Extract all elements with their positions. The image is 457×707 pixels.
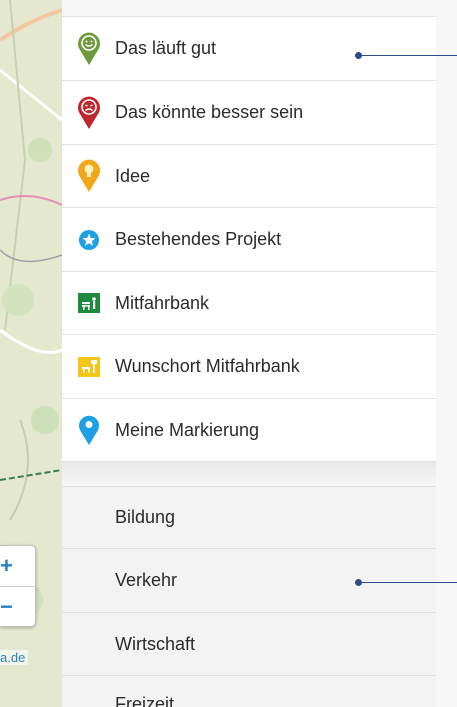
category-label: Bildung — [115, 507, 176, 527]
panel-gutter — [436, 0, 457, 707]
menu-item-label: Wunschort Mitfahrbank — [115, 356, 300, 376]
lightbulb-pin-icon — [62, 145, 115, 207]
zoom-control: + − — [0, 545, 36, 627]
category-label: Verkehr — [115, 570, 178, 590]
menu-item-label: Bestehendes Projekt — [115, 229, 282, 249]
menu-item-wunschort-mitfahrbank[interactable]: Wunschort Mitfahrbank — [62, 334, 436, 398]
category-verkehr[interactable]: Verkehr — [62, 548, 436, 612]
unhappy-pin-icon — [62, 81, 115, 144]
category-bildung[interactable]: Bildung — [62, 486, 436, 548]
wish-bench-icon — [62, 335, 115, 398]
menu-item-bestehendes-projekt[interactable]: Bestehendes Projekt — [62, 207, 436, 271]
bench-icon — [62, 272, 115, 334]
category-wirtschaft[interactable]: Wirtschaft — [62, 612, 436, 675]
location-pin-icon — [62, 399, 115, 461]
category-label: Wirtschaft — [115, 633, 196, 654]
category-label: Freizeit — [115, 694, 175, 707]
menu-item-label: Idee — [115, 165, 151, 186]
marker-menu: Das läuft gut Das könnte besser sein Ide… — [62, 0, 436, 707]
category-freizeit[interactable]: Freizeit — [62, 675, 436, 707]
menu-item-das-laeuft-gut[interactable]: Das läuft gut — [62, 16, 436, 80]
map-view[interactable]: + − a.de — [0, 0, 62, 707]
zoom-in-button[interactable]: + — [0, 546, 35, 586]
callout-line — [360, 55, 457, 56]
menu-item-label: Meine Markierung — [115, 419, 260, 440]
zoom-out-button[interactable]: − — [0, 586, 35, 626]
happy-pin-icon — [62, 17, 115, 80]
callout-line — [360, 582, 457, 583]
menu-item-label: Das könnte besser sein — [115, 102, 304, 122]
star-circle-icon — [62, 208, 115, 271]
menu-item-label: Das läuft gut — [115, 38, 217, 58]
menu-item-meine-markierung[interactable]: Meine Markierung — [62, 398, 436, 462]
map-attribution[interactable]: a.de — [0, 650, 29, 665]
section-divider — [62, 462, 436, 486]
menu-item-mitfahrbank[interactable]: Mitfahrbank — [62, 271, 436, 334]
menu-item-das-koennte-besser-sein[interactable]: Das könnte besser sein — [62, 80, 436, 144]
menu-item-idee[interactable]: Idee — [62, 144, 436, 207]
menu-item-label: Mitfahrbank — [115, 292, 210, 313]
